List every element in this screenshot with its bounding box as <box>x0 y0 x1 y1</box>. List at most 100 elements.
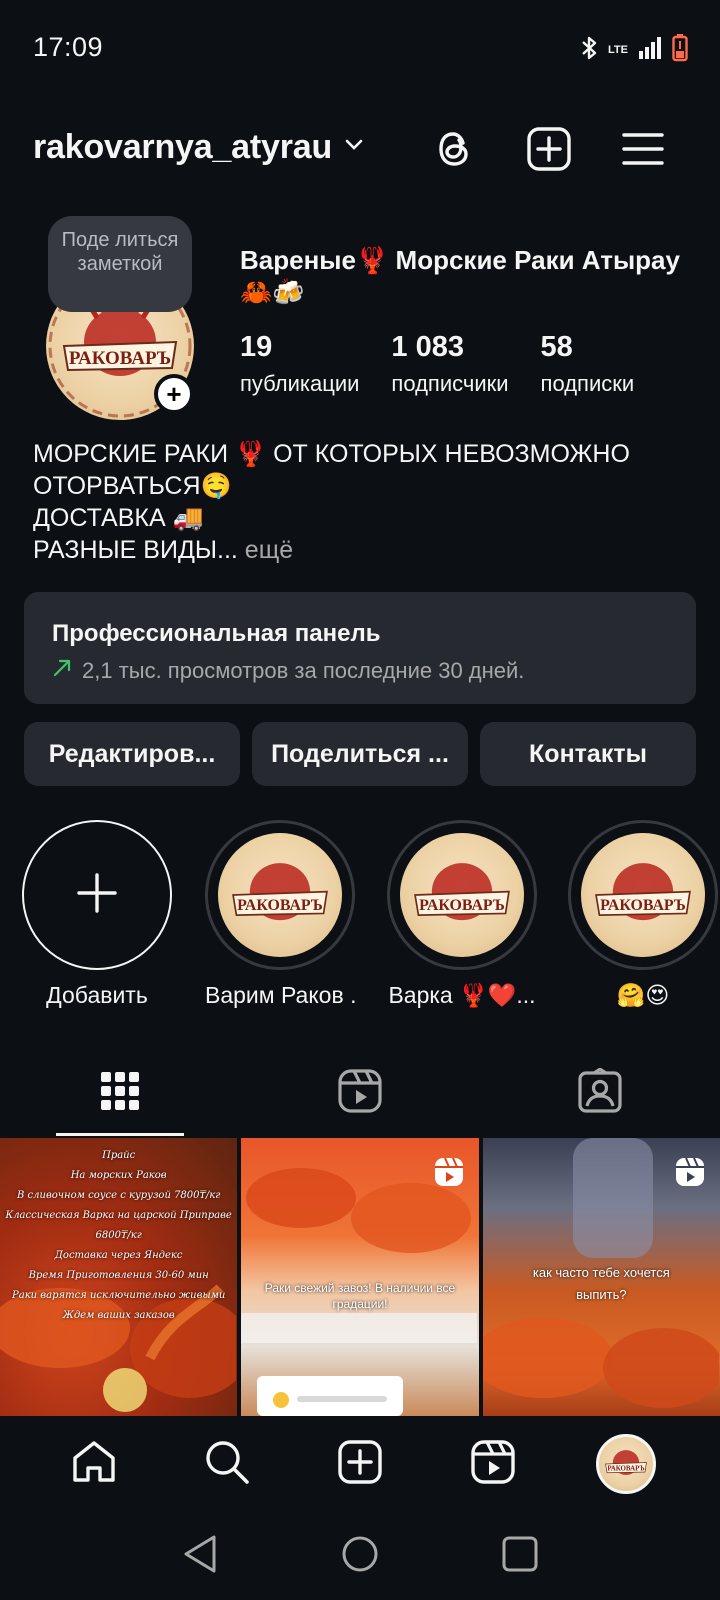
stat-label: подписчики <box>391 371 509 396</box>
pro-panel-title: Профессиональная панель <box>52 620 381 647</box>
nav-search[interactable] <box>191 1428 263 1500</box>
highlight-label: Добавить <box>46 982 148 1008</box>
edit-profile-button[interactable]: Редактиров... <box>24 722 240 786</box>
post-caption: как часто тебе хочется выпить? <box>532 1265 670 1302</box>
price-line: Время Приготовления 30-60 мин <box>28 1270 209 1281</box>
system-navigation <box>0 1512 720 1600</box>
profile-bio[interactable]: МОРСКИЕ РАКИ 🦞 ОТ КОТОРЫХ НЕВОЗМОЖНО ОТО… <box>33 438 703 566</box>
bottom-navigation: РАКОВАРЪ <box>0 1416 720 1512</box>
plus-square-icon <box>337 1439 383 1490</box>
post-tile[interactable]: Раки свежий завоз! В наличии все градаци… <box>241 1138 479 1416</box>
stat-label: публикации <box>240 371 360 396</box>
bio-line: МОРСКИЕ РАКИ 🦞 ОТ КОТОРЫХ НЕВОЗМОЖНО ОТО… <box>33 440 630 500</box>
bio-line: ДОСТАВКА 🚚 <box>33 504 204 532</box>
nav-home[interactable] <box>58 1428 130 1500</box>
add-story-badge[interactable]: + <box>154 374 194 414</box>
chevron-down-icon <box>344 138 364 157</box>
reels-icon <box>470 1439 516 1490</box>
svg-text:РАКОВАРЪ: РАКОВАРЪ <box>419 897 505 914</box>
share-profile-button[interactable]: Поделиться ... <box>252 722 468 786</box>
contacts-button[interactable]: Контакты <box>480 722 696 786</box>
post-tile[interactable]: как часто тебе хочется выпить? <box>482 1138 720 1416</box>
menu-button[interactable] <box>618 126 668 176</box>
highlight-add-ring <box>22 820 172 970</box>
stat-value: 58 <box>540 331 573 363</box>
highlight-cover: РАКОВАРЪ <box>581 833 705 957</box>
price-line: В сливочном соусе с курузой 7800₸/кг <box>17 1190 221 1201</box>
hamburger-menu-icon <box>622 131 664 172</box>
nav-create[interactable] <box>324 1428 396 1500</box>
recents-icon[interactable] <box>502 1536 538 1577</box>
svg-text:РАКОВАРЪ: РАКОВАРЪ <box>237 897 323 914</box>
svg-text:РАКОВАРЪ: РАКОВАРЪ <box>69 348 171 369</box>
back-icon[interactable] <box>182 1534 218 1579</box>
highlight-item[interactable]: РАКОВАРЪ Варка 🦞❤️... <box>387 820 537 1009</box>
highlight-cover: РАКОВАРЪ <box>400 833 524 957</box>
profile-stats: 19 публикации 1 083 подписчики 58 подпис… <box>240 330 666 398</box>
profile-display-name: Вареные🦞 Морские Раки Атырау 🦀🍻 <box>240 245 680 307</box>
grid-icon <box>101 1071 139 1115</box>
highlight-ring: РАКОВАРЪ <box>205 820 355 970</box>
price-line: Доставка через Яндекс <box>54 1250 183 1261</box>
stat-followers[interactable]: 1 083 подписчики <box>391 330 508 398</box>
story-highlights: Добавить РАКОВАРЪ Варим Раков ... РАКОВА… <box>0 820 720 1010</box>
lte-label: LTE <box>608 44 628 56</box>
trend-up-icon <box>52 658 72 684</box>
home-icon <box>71 1440 117 1489</box>
bio-line: РАЗНЫЕ ВИДЫ... <box>33 536 238 564</box>
pro-panel-subtitle: 2,1 тыс. просмотров за последние 30 дней… <box>52 658 668 684</box>
tab-posts-grid[interactable] <box>0 1050 240 1136</box>
signal-icon <box>638 37 662 64</box>
reel-badge-icon <box>433 1156 465 1193</box>
price-line: Прайс <box>102 1150 136 1161</box>
svg-text:РАКОВАРЪ: РАКОВАРЪ <box>600 897 686 914</box>
note-text: Поде литься заметкой <box>61 229 179 275</box>
threads-icon <box>432 127 476 176</box>
status-time: 17:09 <box>33 32 104 62</box>
nav-reels[interactable] <box>457 1428 529 1500</box>
nav-profile[interactable]: РАКОВАРЪ <box>590 1428 662 1500</box>
post-tile[interactable]: Прайс На морских Раков В сливочном соусе… <box>0 1138 238 1416</box>
profile-avatar-small: РАКОВАРЪ <box>595 1434 656 1494</box>
note-bubble[interactable]: Поде литься заметкой <box>48 216 192 312</box>
username: rakovarnya_atyrau <box>33 128 333 166</box>
create-button[interactable] <box>524 126 574 176</box>
post-caption: Раки свежий завоз! В наличии все градаци… <box>264 1281 456 1311</box>
price-line: Классическая Варка на царской Приправе 6… <box>5 1210 232 1241</box>
tab-tagged[interactable] <box>480 1050 720 1136</box>
highlight-add[interactable]: Добавить <box>22 820 172 1009</box>
highlight-label: Варим Раков ... <box>205 982 355 1008</box>
pro-panel-views: 2,1 тыс. просмотров за последние 30 дней… <box>82 658 525 683</box>
profile-header: rakovarnya_atyrau <box>0 118 720 188</box>
highlight-label: 🤗😍 <box>616 982 670 1008</box>
battery-icon <box>672 34 688 67</box>
tagged-user-icon <box>577 1066 623 1119</box>
bio-more-link[interactable]: ещё <box>238 536 293 564</box>
reels-icon <box>337 1068 383 1119</box>
tab-reels[interactable] <box>240 1050 480 1136</box>
status-bar: 17:09 LTE <box>0 0 720 96</box>
reel-badge-icon <box>674 1156 706 1193</box>
threads-button[interactable] <box>429 126 479 176</box>
stat-value: 19 <box>240 331 273 363</box>
price-line: Ждем ваших заказов <box>62 1310 175 1321</box>
profile-actions: Редактиров... Поделиться ... Контакты <box>24 722 696 786</box>
price-list-text: Прайс На морских Раков В сливочном соусе… <box>0 1146 237 1326</box>
highlight-item[interactable]: РАКОВАРЪ 🤗😍 <box>568 820 718 1009</box>
home-circle-icon[interactable] <box>341 1535 379 1578</box>
svg-text:РАКОВАРЪ: РАКОВАРЪ <box>607 1466 644 1473</box>
status-icons: LTE <box>580 34 688 67</box>
account-switcher[interactable]: rakovarnya_atyrau <box>33 128 364 167</box>
highlight-item[interactable]: РАКОВАРЪ Варим Раков ... <box>205 820 355 1009</box>
highlight-label: Варка 🦞❤️... <box>388 982 536 1008</box>
posts-grid: Прайс На морских Раков В сливочном соусе… <box>0 1138 720 1416</box>
stat-posts[interactable]: 19 публикации <box>240 330 359 398</box>
highlight-ring: РАКОВАРЪ <box>387 820 537 970</box>
professional-dashboard[interactable]: Профессиональная панель 2,1 тыс. просмот… <box>24 592 696 704</box>
content-tabs <box>0 1050 720 1136</box>
search-icon <box>204 1439 250 1490</box>
plus-square-icon <box>526 126 572 177</box>
stat-following[interactable]: 58 подписки <box>541 330 635 398</box>
price-line: Раки варятся исключительно живыми <box>12 1290 226 1301</box>
plus-icon <box>77 872 117 918</box>
